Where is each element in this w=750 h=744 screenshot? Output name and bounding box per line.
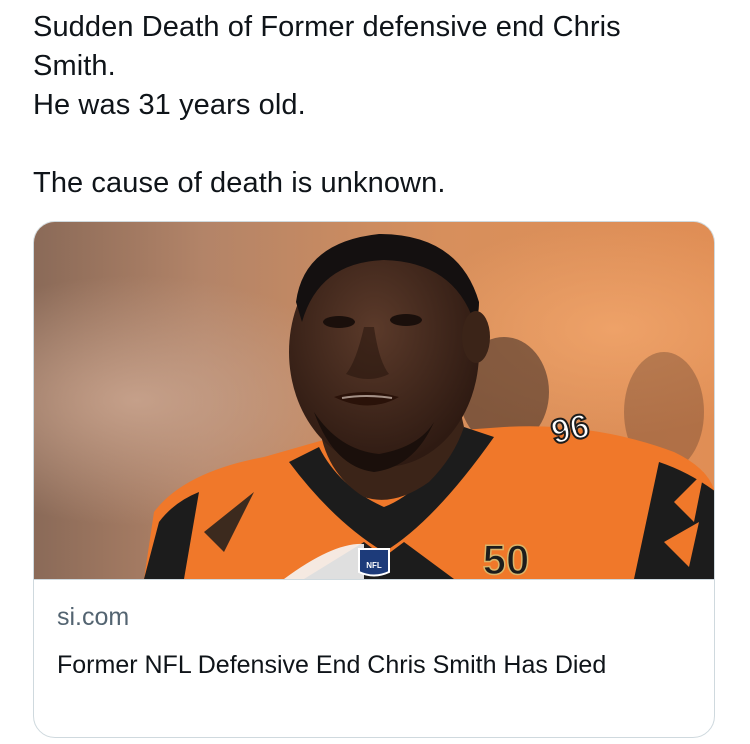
- nfl-shield-icon: NFL: [358, 548, 390, 577]
- card-image[interactable]: 96 NFL 50: [34, 222, 714, 579]
- player-photo: 96 NFL 50: [34, 222, 714, 579]
- tweet-text-line: Sudden Death of Former defensive end Chr…: [33, 11, 621, 43]
- jersey-number: 96: [548, 407, 593, 452]
- tweet-text: Sudden Death of Former defensive end Chr…: [33, 8, 723, 203]
- svg-text:NFL: NFL: [366, 561, 382, 570]
- card-footer[interactable]: si.com Former NFL Defensive End Chris Sm…: [34, 579, 714, 679]
- tweet-text-line: The cause of death is unknown.: [33, 167, 446, 199]
- link-preview-card[interactable]: 96 NFL 50 si.com Former NFL Defensive En…: [33, 221, 715, 738]
- card-title[interactable]: Former NFL Defensive End Chris Smith Has…: [57, 646, 677, 684]
- card-domain: si.com: [57, 603, 130, 631]
- tweet-text-line: Smith.: [33, 50, 116, 82]
- anniversary-patch-icon: 50: [454, 535, 559, 579]
- tweet-text-line: He was 31 years old.: [33, 89, 306, 121]
- patch-number: 50: [483, 536, 530, 579]
